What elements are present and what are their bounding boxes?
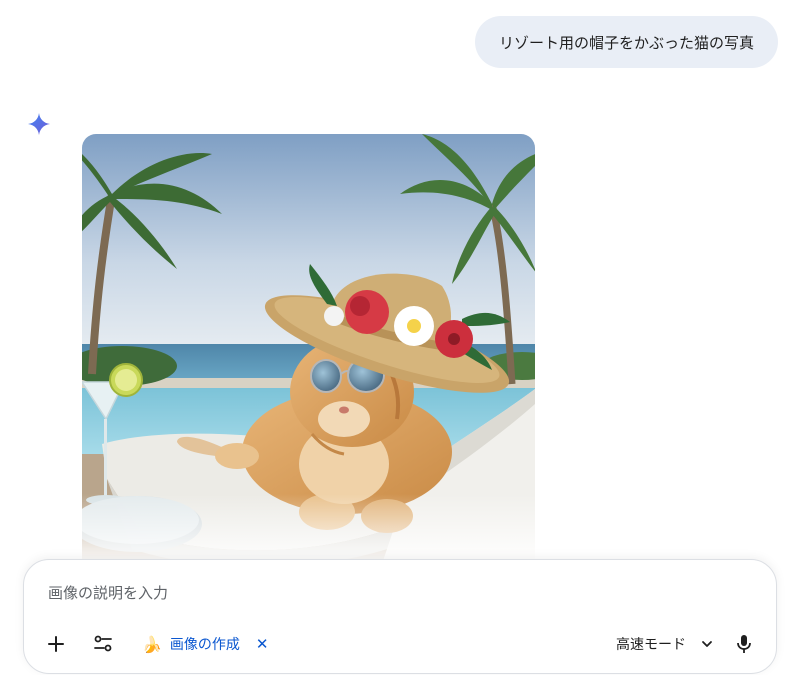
image-creation-chip-label: 画像の作成 <box>169 637 240 653</box>
mode-label: 高速モード <box>616 637 686 653</box>
chevron-down-icon <box>702 641 712 647</box>
microphone-icon <box>737 635 751 653</box>
image-creation-chip[interactable]: 🍌 画像の作成 ✕ <box>134 628 277 660</box>
gemini-sparkle-icon <box>27 112 51 136</box>
add-button[interactable] <box>40 628 72 660</box>
generated-image[interactable] <box>82 134 535 564</box>
banana-icon: 🍌 <box>142 634 162 654</box>
tools-button[interactable] <box>87 628 119 660</box>
user-message-text: リゾート用の帽子をかぶった猫の写真 <box>498 33 754 52</box>
microphone-button[interactable] <box>728 628 760 660</box>
prompt-input[interactable]: 画像の説明を入力 <box>48 582 168 603</box>
user-message-bubble: リゾート用の帽子をかぶった猫の写真 <box>475 16 778 68</box>
chip-close-icon[interactable]: ✕ <box>256 635 269 653</box>
tools-sliders-icon <box>94 635 112 652</box>
mode-selector[interactable]: 高速モード <box>616 628 714 660</box>
plus-icon <box>48 636 64 652</box>
prompt-input-panel: 画像の説明を入力 🍌 画像の作成 ✕ 高速モード <box>23 559 777 674</box>
